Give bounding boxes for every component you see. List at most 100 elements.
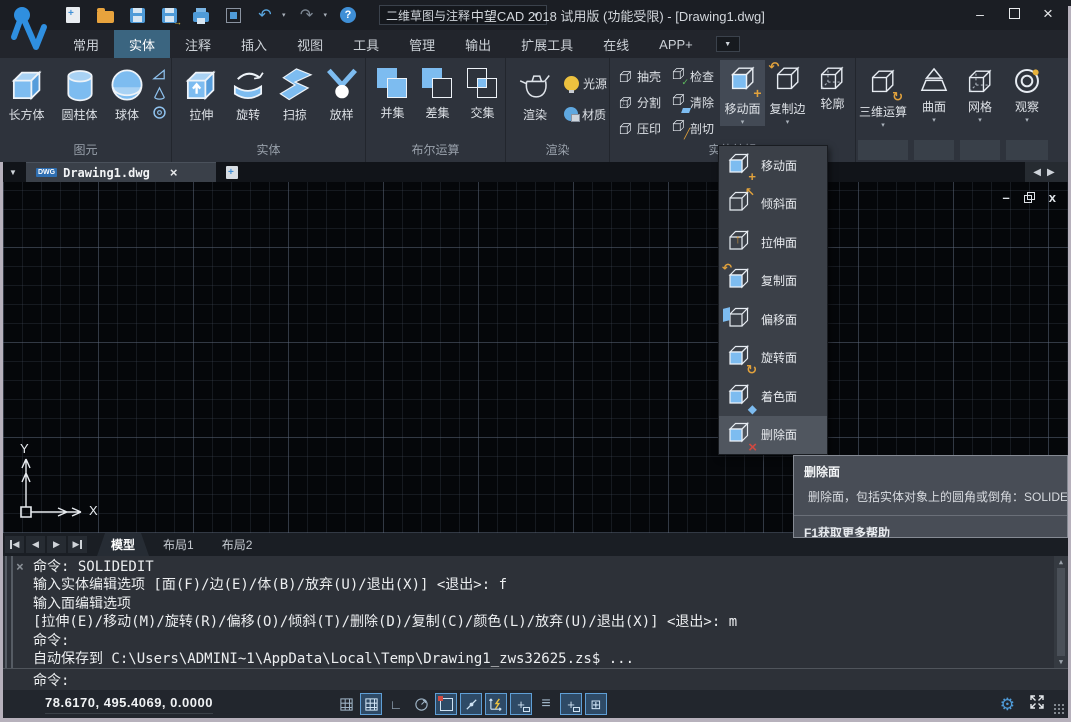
- loft-button[interactable]: 放样: [318, 63, 365, 123]
- minimize-button[interactable]: –: [971, 6, 989, 22]
- doc-restore-button[interactable]: [1024, 192, 1035, 203]
- 3d-operations-button[interactable]: ↻ 三维运算 ▾: [857, 63, 909, 129]
- menu-item-extrude-face[interactable]: ↑ 拉伸面: [719, 223, 827, 262]
- tab-shiti[interactable]: 实体: [114, 30, 170, 58]
- subtract-button[interactable]: 差集: [415, 63, 460, 121]
- light-button[interactable]: 光源: [564, 71, 607, 95]
- observe-button[interactable]: 观察 ▾: [1005, 63, 1049, 124]
- tab-layout1[interactable]: 布局1: [149, 533, 208, 556]
- doc-tab-drawing1[interactable]: DWG Drawing1.dwg ×: [26, 162, 216, 182]
- separate-button[interactable]: 分割: [618, 90, 661, 114]
- fullscreen-icon[interactable]: [1029, 694, 1045, 715]
- lineweight-toggle[interactable]: ≡: [535, 693, 557, 715]
- command-scrollbar[interactable]: ▲ ▼: [1054, 556, 1068, 668]
- sphere-button[interactable]: 球体: [106, 63, 148, 123]
- tab-charu[interactable]: 插入: [226, 30, 282, 58]
- menu-item-rotate-face[interactable]: ↻ 旋转面: [719, 339, 827, 378]
- command-window-close-icon[interactable]: ×: [16, 560, 24, 575]
- close-button[interactable]: ×: [1039, 4, 1057, 24]
- mesh-button[interactable]: 网格 ▾: [959, 63, 1001, 124]
- cycle-select-toggle[interactable]: +: [560, 693, 582, 715]
- undo-button[interactable]: ↶: [254, 5, 276, 25]
- command-prompt[interactable]: 命令:: [3, 668, 1068, 690]
- tab-kuozhangongju[interactable]: 扩展工具: [506, 30, 588, 58]
- extrude-button[interactable]: 拉伸: [178, 63, 225, 123]
- object-snap-toggle[interactable]: [435, 693, 457, 715]
- copy-edge-button[interactable]: ↶ 复制边 ▾: [765, 60, 810, 126]
- save-as-button[interactable]: →: [158, 5, 180, 25]
- shell-button[interactable]: 抽壳: [618, 64, 661, 88]
- doc-tab-close-icon[interactable]: ×: [170, 165, 178, 180]
- scroll-up-icon[interactable]: ▲: [1059, 558, 1063, 566]
- print-button[interactable]: [190, 5, 212, 25]
- tab-layout2[interactable]: 布局2: [208, 533, 267, 556]
- torus-icon[interactable]: [152, 105, 167, 120]
- command-line-window[interactable]: × 命令: SOLIDEDIT 输入实体编辑选项 [面(F)/边(E)/体(B)…: [3, 556, 1068, 668]
- command-window-grip[interactable]: [5, 556, 13, 668]
- tab-scroll-left-icon[interactable]: ◀: [1033, 167, 1041, 178]
- cylinder-button[interactable]: 圆柱体: [53, 63, 106, 123]
- doc-close-button[interactable]: x: [1049, 190, 1056, 205]
- doc-list-caret[interactable]: ▼: [0, 162, 26, 182]
- slice-button[interactable]: ╱ 剖切: [671, 116, 714, 140]
- snap-mode-toggle[interactable]: [360, 693, 382, 715]
- menu-item-move-face[interactable]: + 移动面: [719, 146, 827, 185]
- tab-shitu[interactable]: 视图: [282, 30, 338, 58]
- open-folder-button[interactable]: [94, 5, 116, 25]
- menu-item-offset-face[interactable]: 偏移面: [719, 300, 827, 339]
- maximize-button[interactable]: [1005, 6, 1023, 22]
- wedge-icon[interactable]: [152, 67, 167, 82]
- tab-changyong[interactable]: 常用: [58, 30, 114, 58]
- redo-dropdown-caret[interactable]: ▾: [324, 11, 328, 19]
- box-button[interactable]: 长方体: [0, 63, 53, 123]
- revolve-button[interactable]: 旋转: [225, 63, 272, 123]
- menu-item-copy-face[interactable]: ↶ 复制面: [719, 262, 827, 301]
- tab-gongju[interactable]: 工具: [338, 30, 394, 58]
- ribbon-minimize-caret[interactable]: ▼: [716, 36, 740, 52]
- clean-button[interactable]: 清除: [671, 90, 714, 114]
- check-button[interactable]: ✓ 检查: [671, 64, 714, 88]
- render-button[interactable]: 渲染: [510, 63, 560, 123]
- prev-layout-button[interactable]: ◀: [26, 536, 45, 553]
- dynamic-input-toggle[interactable]: +: [510, 693, 532, 715]
- tab-app-plus[interactable]: APP+: [644, 30, 708, 58]
- annotation-monitor-toggle[interactable]: ⊞: [585, 693, 607, 715]
- undo-dropdown-caret[interactable]: ▾: [282, 11, 286, 19]
- first-layout-button[interactable]: ◀: [5, 536, 24, 553]
- outline-button[interactable]: 轮廓: [810, 60, 855, 112]
- new-doc-tab-button[interactable]: +: [220, 162, 244, 182]
- tab-shuchu[interactable]: 输出: [450, 30, 506, 58]
- cone-icon[interactable]: [152, 86, 167, 101]
- ortho-mode-toggle[interactable]: ∟: [385, 693, 407, 715]
- next-layout-button[interactable]: ▶: [47, 536, 66, 553]
- imprint-button[interactable]: 压印: [618, 116, 661, 140]
- move-face-button[interactable]: + 移动面 ▾: [720, 60, 765, 126]
- menu-item-taper-face[interactable]: ↖ 倾斜面: [719, 185, 827, 224]
- material-button[interactable]: 材质: [564, 102, 607, 126]
- tab-model[interactable]: 模型: [97, 533, 149, 556]
- tab-zaixian[interactable]: 在线: [588, 30, 644, 58]
- sweep-button[interactable]: 扫掠: [272, 63, 319, 123]
- menu-item-delete-face[interactable]: × 删除面: [719, 416, 827, 455]
- scroll-down-icon[interactable]: ▼: [1059, 658, 1063, 666]
- last-layout-button[interactable]: ▶: [68, 536, 87, 553]
- tab-zhushi[interactable]: 注释: [170, 30, 226, 58]
- object-snap-tracking-toggle[interactable]: [460, 693, 482, 715]
- tab-scroll-right-icon[interactable]: ▶: [1047, 167, 1055, 178]
- surface-button[interactable]: 曲面 ▾: [913, 63, 955, 124]
- union-button[interactable]: 并集: [370, 63, 415, 121]
- polar-tracking-toggle[interactable]: [410, 693, 432, 715]
- scrollbar-thumb[interactable]: [1057, 568, 1065, 656]
- doc-minimize-button[interactable]: –: [1003, 190, 1010, 205]
- redo-button[interactable]: ↷: [296, 5, 318, 25]
- menu-item-color-face[interactable]: ◆ 着色面: [719, 377, 827, 416]
- grid-display-toggle[interactable]: [335, 693, 357, 715]
- intersect-button[interactable]: 交集: [460, 63, 505, 121]
- settings-gear-icon[interactable]: ⚙: [1000, 695, 1015, 715]
- save-button[interactable]: [126, 5, 148, 25]
- resize-grip[interactable]: [1053, 703, 1065, 715]
- help-button[interactable]: ?: [337, 5, 359, 25]
- dynamic-ucs-toggle[interactable]: [485, 693, 507, 715]
- new-file-button[interactable]: +: [62, 5, 84, 25]
- preview-button[interactable]: [222, 5, 244, 25]
